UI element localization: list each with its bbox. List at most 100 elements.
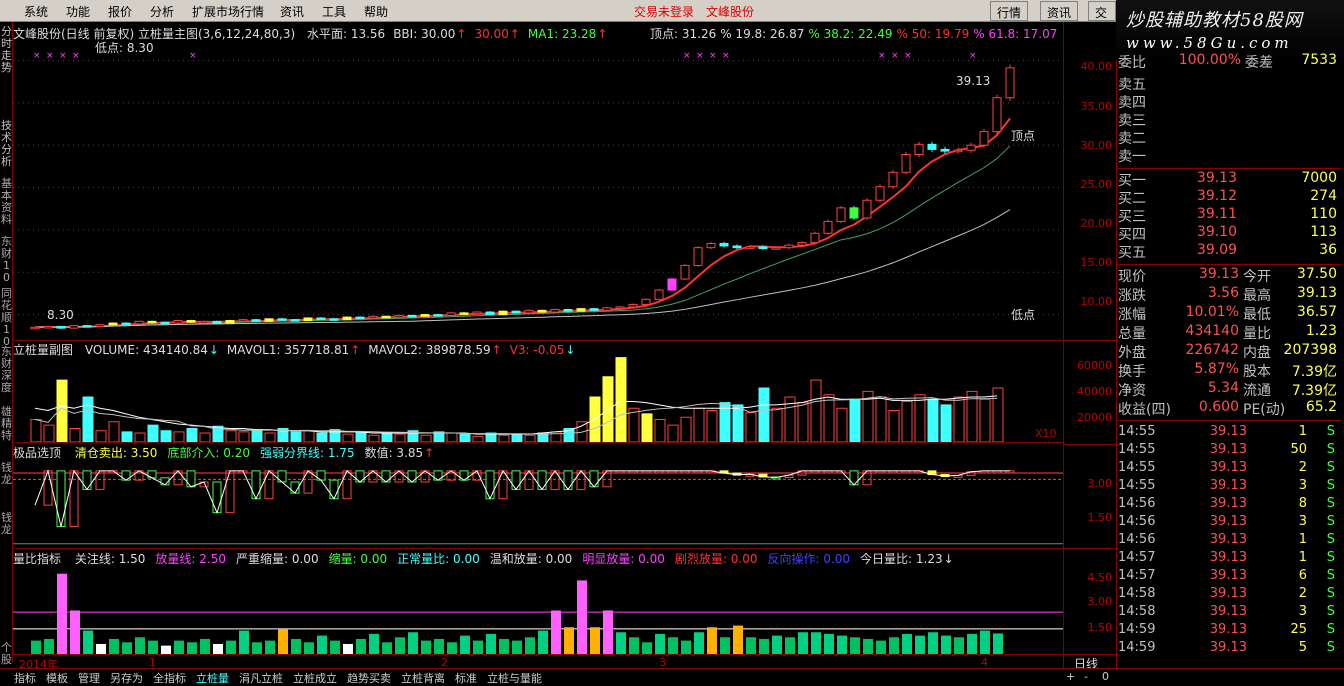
volume-chart[interactable] [13,352,1063,442]
candle [277,318,287,321]
volume-bar [823,394,835,442]
tick-row[interactable]: 14:57 39.13 6 S [1117,568,1337,586]
select-bar [563,470,573,490]
stat-value: 36.57 [1296,304,1337,320]
volume-bar [355,431,367,442]
ratio-bar [811,632,821,654]
tick-row[interactable]: 14:55 39.13 3 S [1117,478,1337,496]
select-bar [43,470,53,506]
stat-label: 今开 [1243,269,1271,285]
buy-price: 39.13 [1196,170,1237,186]
tick-price: 39.13 [1209,586,1247,601]
volume-bar [875,396,887,442]
volume-bar [186,428,198,442]
nav-qianlong-2[interactable]: 钱龙 [0,512,13,536]
news-button[interactable]: 资讯 [1040,1,1079,21]
tick-volume: 2 [1298,460,1307,475]
tick-row[interactable]: 14:59 39.13 25 S [1117,622,1337,640]
nav-ths10[interactable]: 同花顺10 [0,288,13,348]
candle [680,264,690,280]
tick-row[interactable]: 14:55 39.13 50 S [1117,442,1337,460]
ratio-bar [447,642,457,654]
nav-xiongjing[interactable]: 雄精特 [0,406,13,442]
tick-row[interactable]: 14:58 39.13 2 S [1117,586,1337,604]
tick-volume: 8 [1298,496,1307,511]
nav-tech-analysis[interactable]: 技术分析 [0,120,13,168]
volume-scale: 60000 40000 20000 [1063,340,1116,444]
stat-label: 最高 [1243,288,1271,304]
buy-volume: 274 [1310,188,1337,204]
tick-row[interactable]: 14:56 39.13 1 S [1117,532,1337,550]
ratio-bar [733,625,743,654]
volume-bar [82,396,94,442]
candle [329,318,339,321]
menu-item-tools[interactable]: 工具 [322,3,346,20]
candle [160,321,170,325]
select-indicator-chart[interactable] [13,458,1063,548]
indicator-arrow: ↑ [456,27,467,41]
ratio-bar [850,637,860,654]
ratio-bar [408,632,418,654]
tick-row[interactable]: 14:55 39.13 2 S [1117,460,1337,478]
reset-button[interactable]: 0 [1102,670,1109,683]
volume-bar [888,410,900,442]
candle [121,322,131,326]
nav-stock[interactable]: 个股 [0,642,13,666]
tick-row[interactable]: 14:59 39.13 5 S [1117,640,1337,658]
menu-item-system[interactable]: 系统 [24,3,48,20]
tick-row[interactable]: 14:56 39.13 8 S [1117,496,1337,514]
menu-item-function[interactable]: 功能 [66,3,90,20]
menu-item-analysis[interactable]: 分析 [150,3,174,20]
candle [836,207,846,222]
tick-time: 14:55 [1118,424,1156,439]
select-bar [329,479,339,500]
tick-row[interactable]: 14:57 39.13 1 S [1117,550,1337,568]
ma-line-1 [34,117,1011,329]
nav-dongcai-depth[interactable]: 东财深度 [0,346,13,394]
volume-bar [927,398,939,442]
stat-label: 总量 [1118,326,1146,342]
tick-row[interactable]: 14:58 39.13 3 S [1117,604,1337,622]
tick-side: S [1326,478,1335,493]
stat-label: 涨幅 [1118,307,1146,323]
trade-button[interactable]: 交 [1088,1,1116,21]
menu-item-help[interactable]: 帮助 [364,3,388,20]
sell-level-label: 卖四 [1118,95,1146,111]
volume-bar [108,421,120,442]
select-scale: 3.00 1.50 [1063,444,1116,548]
tick-row[interactable]: 14:56 39.13 3 S [1117,514,1337,532]
ratio-bar [668,637,678,654]
tick-side: S [1326,460,1335,475]
nav-dongcai10[interactable]: 东财10 [0,236,13,284]
chart-area[interactable]: 文峰股份(日线 前复权) 立桩量主图(3,6,12,24,80,3) 水平面: … [13,22,1063,654]
zoom-out-button[interactable]: - [1084,670,1088,683]
tick-row[interactable]: 14:55 39.13 1 S [1117,424,1337,442]
volume-bar [771,407,783,442]
ratio-bar [278,628,288,654]
stat-value: 207398 [1283,342,1337,358]
ratio-bar [421,640,431,654]
volume-bar [173,431,185,442]
menu-item-news[interactable]: 资讯 [280,3,304,20]
period-selector[interactable]: 日线 [1063,654,1116,671]
nav-intraday[interactable]: 分时走势 [0,26,13,74]
ratio-bar [356,638,366,654]
menu-item-ext-market[interactable]: 扩展市场行情 [192,3,264,20]
stat-value: 226742 [1185,342,1239,358]
ratio-bar [70,610,80,654]
tick-time: 14:55 [1118,442,1156,457]
select-tick: 1.50 [1087,511,1113,524]
volume-bar [420,434,432,442]
quote-button[interactable]: 行情 [990,1,1029,21]
nav-qianlong-1[interactable]: 钱龙 [0,462,13,486]
candle [69,325,79,329]
volume-ratio-chart[interactable] [13,562,1063,654]
tick-time: 14:55 [1118,478,1156,493]
candlestick-chart[interactable]: × × × × × × × × × × × × × [13,52,1063,340]
candle [433,314,443,317]
nav-basic-info[interactable]: 基本资料 [0,178,13,226]
menu-item-quote[interactable]: 报价 [108,3,132,20]
stat-row: 收益(四) 0.600 PE(动) 65.2 [1117,399,1337,418]
zoom-in-button[interactable]: + [1066,670,1075,683]
sell-level-label: 卖一 [1118,149,1146,165]
